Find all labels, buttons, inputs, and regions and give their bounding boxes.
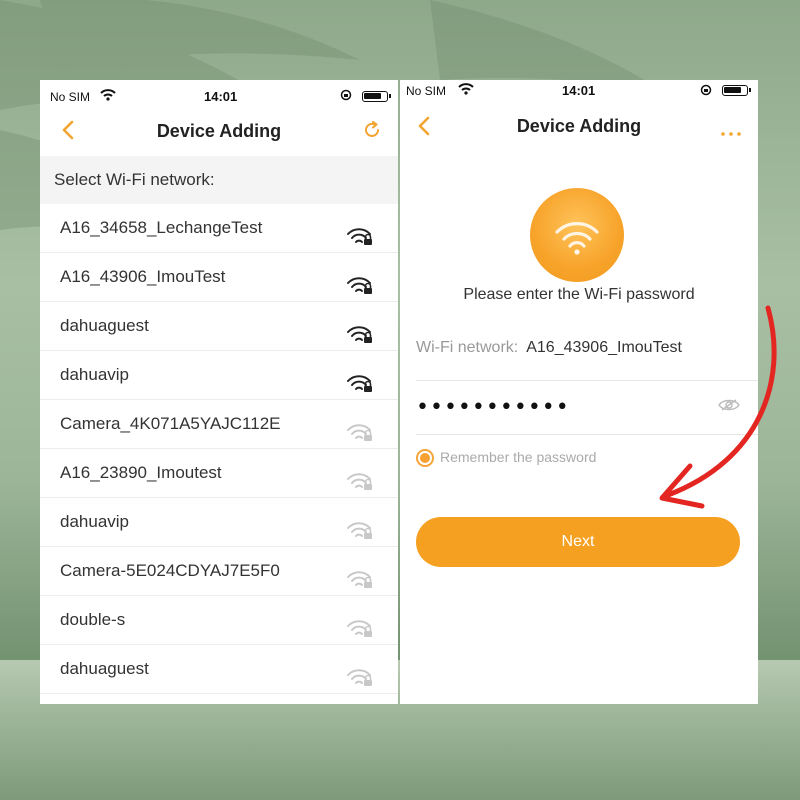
wifi-network-item[interactable]: dahuavip	[40, 498, 398, 547]
wifi-network-item[interactable]: Camera-5E024CDYAJ7E5F0	[40, 547, 398, 596]
wifi-network-name: dahuaguest	[60, 659, 149, 678]
wifi-network-name: dahuavip	[60, 512, 130, 531]
battery-icon	[362, 91, 391, 102]
refresh-icon[interactable]	[362, 120, 382, 145]
battery-icon	[722, 85, 751, 96]
status-bar: No SIM 14:01	[400, 80, 758, 106]
more-icon[interactable]	[720, 124, 742, 142]
wifi-network-item[interactable]: A16_34658_LechangeTest	[40, 204, 398, 253]
wifi-network-name: Camera-5E024CDYAJ7E5F0	[60, 561, 280, 580]
wifi-network-name: A16_23890_Imoutest	[60, 463, 222, 482]
wifi-network-name: A16_43906_ImouTest	[60, 267, 226, 286]
wifi-network-name: Camera_4K071A5YAJC112E	[60, 414, 281, 433]
wifi-network-name: dahuavip	[60, 365, 130, 384]
clock-label: 14:01	[562, 83, 596, 98]
wifi-network-name: double-s	[60, 610, 126, 629]
wifi-network-item[interactable]: A16_23890_Imoutest	[40, 449, 398, 498]
remember-radio[interactable]	[416, 449, 434, 468]
network-label: Wi-Fi network:	[416, 339, 519, 356]
remember-label: Remember the password	[440, 449, 597, 465]
wifi-network-item[interactable]: double-s	[40, 596, 398, 645]
carrier-label: No SIM	[406, 84, 447, 98]
nav-bar: Device Adding	[400, 106, 758, 154]
wifi-locked-weak-icon	[346, 659, 374, 704]
wifi-network-name: A16_34658_LechangeTest	[60, 218, 263, 237]
wifi-network-item[interactable]: A16_43906_ImouTest	[40, 253, 398, 302]
clock-label: 14:01	[204, 89, 238, 104]
wifi-network-item[interactable]: dahuaguest	[40, 302, 398, 351]
wifi-icon	[555, 222, 599, 255]
wifi-status-icon	[100, 89, 116, 104]
wifi-network-item[interactable]: dahuavip	[40, 351, 398, 400]
page-title: Device Adding	[156, 121, 282, 141]
red-arrow-icon	[659, 305, 777, 509]
next-button[interactable]: Next	[416, 517, 740, 567]
wifi-list-screen: No SIM 14:01 Device Adding Select Wi-Fi …	[40, 80, 398, 704]
orientation-lock-icon	[700, 84, 712, 99]
wifi-status-icon	[458, 83, 474, 98]
remember-password-option[interactable]: Remember the password	[416, 449, 597, 468]
status-bar: No SIM 14:01	[40, 80, 398, 106]
section-header: Select Wi-Fi network:	[40, 156, 398, 204]
wifi-network-list: A16_34658_LechangeTest A16_43906_ImouTest…	[40, 204, 398, 694]
wifi-badge	[530, 188, 624, 282]
page-title: Device Adding	[516, 116, 642, 136]
orientation-lock-icon	[340, 89, 352, 104]
carrier-label: No SIM	[50, 90, 91, 104]
wifi-network-item[interactable]: Camera_4K071A5YAJC112E	[40, 400, 398, 449]
nav-bar: Device Adding	[40, 106, 398, 156]
wifi-network-item[interactable]: dahuaguest	[40, 645, 398, 694]
wifi-network-name: dahuaguest	[60, 316, 149, 335]
